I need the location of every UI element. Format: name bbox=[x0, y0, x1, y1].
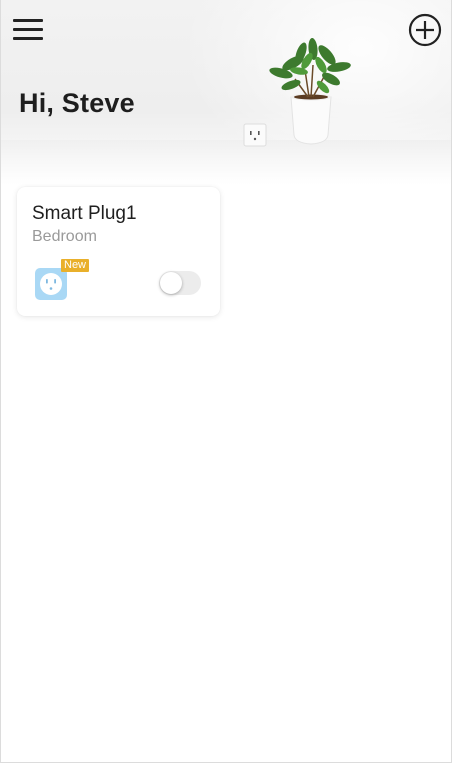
menu-button[interactable] bbox=[13, 17, 43, 41]
home-screen: Hi, Steve Smart Plug1 Bedroom New bbox=[0, 0, 452, 763]
toggle-knob bbox=[160, 272, 182, 294]
new-badge: New bbox=[61, 259, 90, 272]
device-name: Smart Plug1 bbox=[32, 203, 137, 224]
wall-outlet-illustration bbox=[243, 123, 267, 147]
header-banner: Hi, Steve bbox=[1, 0, 451, 185]
device-card-smart-plug1[interactable]: Smart Plug1 Bedroom New bbox=[17, 187, 220, 316]
smart-plug-icon bbox=[35, 268, 67, 300]
schedule-moon-icon bbox=[195, 203, 201, 215]
add-device-button[interactable] bbox=[408, 13, 442, 47]
power-toggle[interactable] bbox=[159, 271, 201, 295]
greeting-title: Hi, Steve bbox=[19, 88, 135, 118]
plant-illustration bbox=[269, 38, 351, 145]
banner-shelf bbox=[1, 140, 451, 185]
hamburger-menu-icon bbox=[13, 19, 43, 22]
device-room: Bedroom bbox=[32, 228, 97, 245]
